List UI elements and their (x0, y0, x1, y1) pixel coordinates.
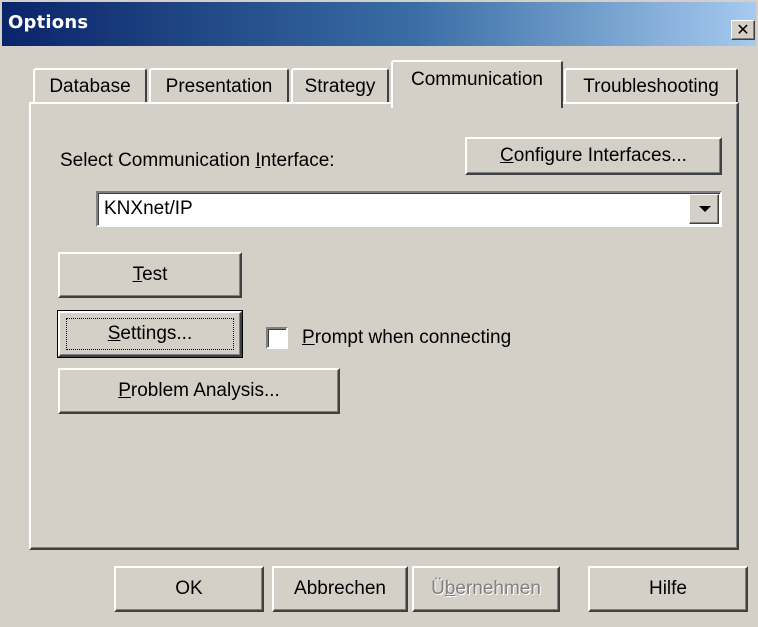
interface-select-value: KNXnet/IP (104, 198, 193, 219)
tab-strategy-label: Strategy (304, 76, 376, 97)
interface-label: Select Communication Interface: (60, 150, 335, 172)
ok-button[interactable]: OK (114, 566, 264, 612)
apply-label-part: Ü (431, 578, 445, 599)
test-label: est (142, 264, 168, 285)
test-accel: T (132, 264, 143, 285)
focus-rect (66, 318, 234, 350)
settings-button[interactable]: Settings... (57, 310, 243, 358)
interface-select[interactable]: KNXnet/IP (96, 191, 722, 227)
configure-label: onfigure Interfaces... (513, 145, 687, 166)
interface-label-part: Select Communication (60, 150, 256, 171)
tab-troubleshooting-label: Troubleshooting (583, 76, 719, 97)
chevron-down-icon[interactable] (689, 194, 719, 224)
tab-strategy[interactable]: Strategy (291, 68, 389, 104)
configure-accel: C (500, 145, 514, 166)
apply-accel: b (444, 578, 456, 599)
window-title: Options (8, 12, 89, 33)
options-dialog: Options ✕ Database Presentation Strategy… (0, 0, 758, 627)
help-button[interactable]: Hilfe (588, 566, 748, 612)
close-button[interactable]: ✕ (731, 20, 755, 40)
help-label: Hilfe (648, 578, 687, 599)
tab-presentation-label: Presentation (165, 76, 273, 97)
apply-button[interactable]: Übernehmen (412, 566, 560, 612)
tab-communication-label: Communication (411, 69, 543, 90)
prompt-accel: P (302, 327, 315, 348)
prompt-label[interactable]: Prompt when connecting (302, 327, 511, 349)
cancel-label: Abbrechen (294, 578, 386, 599)
close-icon: ✕ (736, 20, 750, 39)
test-button[interactable]: Test (58, 252, 242, 298)
prompt-label-text: rompt when connecting (314, 327, 512, 348)
ok-label: OK (175, 578, 203, 599)
tab-presentation[interactable]: Presentation (149, 68, 289, 104)
tab-database[interactable]: Database (33, 68, 147, 104)
tab-troubleshooting[interactable]: Troubleshooting (564, 68, 738, 104)
cancel-button[interactable]: Abbrechen (272, 566, 408, 612)
interface-label-part: nterface: (260, 150, 335, 171)
problem-label: roblem Analysis... (130, 380, 280, 401)
problem-accel: P (118, 380, 131, 401)
tab-database-label: Database (49, 76, 131, 97)
apply-label-part: ernehmen (455, 578, 541, 599)
title-bar[interactable]: Options ✕ (2, 2, 756, 46)
prompt-checkbox[interactable] (266, 327, 288, 349)
tab-communication[interactable]: Communication (391, 60, 563, 108)
configure-interfaces-button[interactable]: Configure Interfaces... (465, 137, 722, 175)
problem-analysis-button[interactable]: Problem Analysis... (58, 368, 340, 414)
